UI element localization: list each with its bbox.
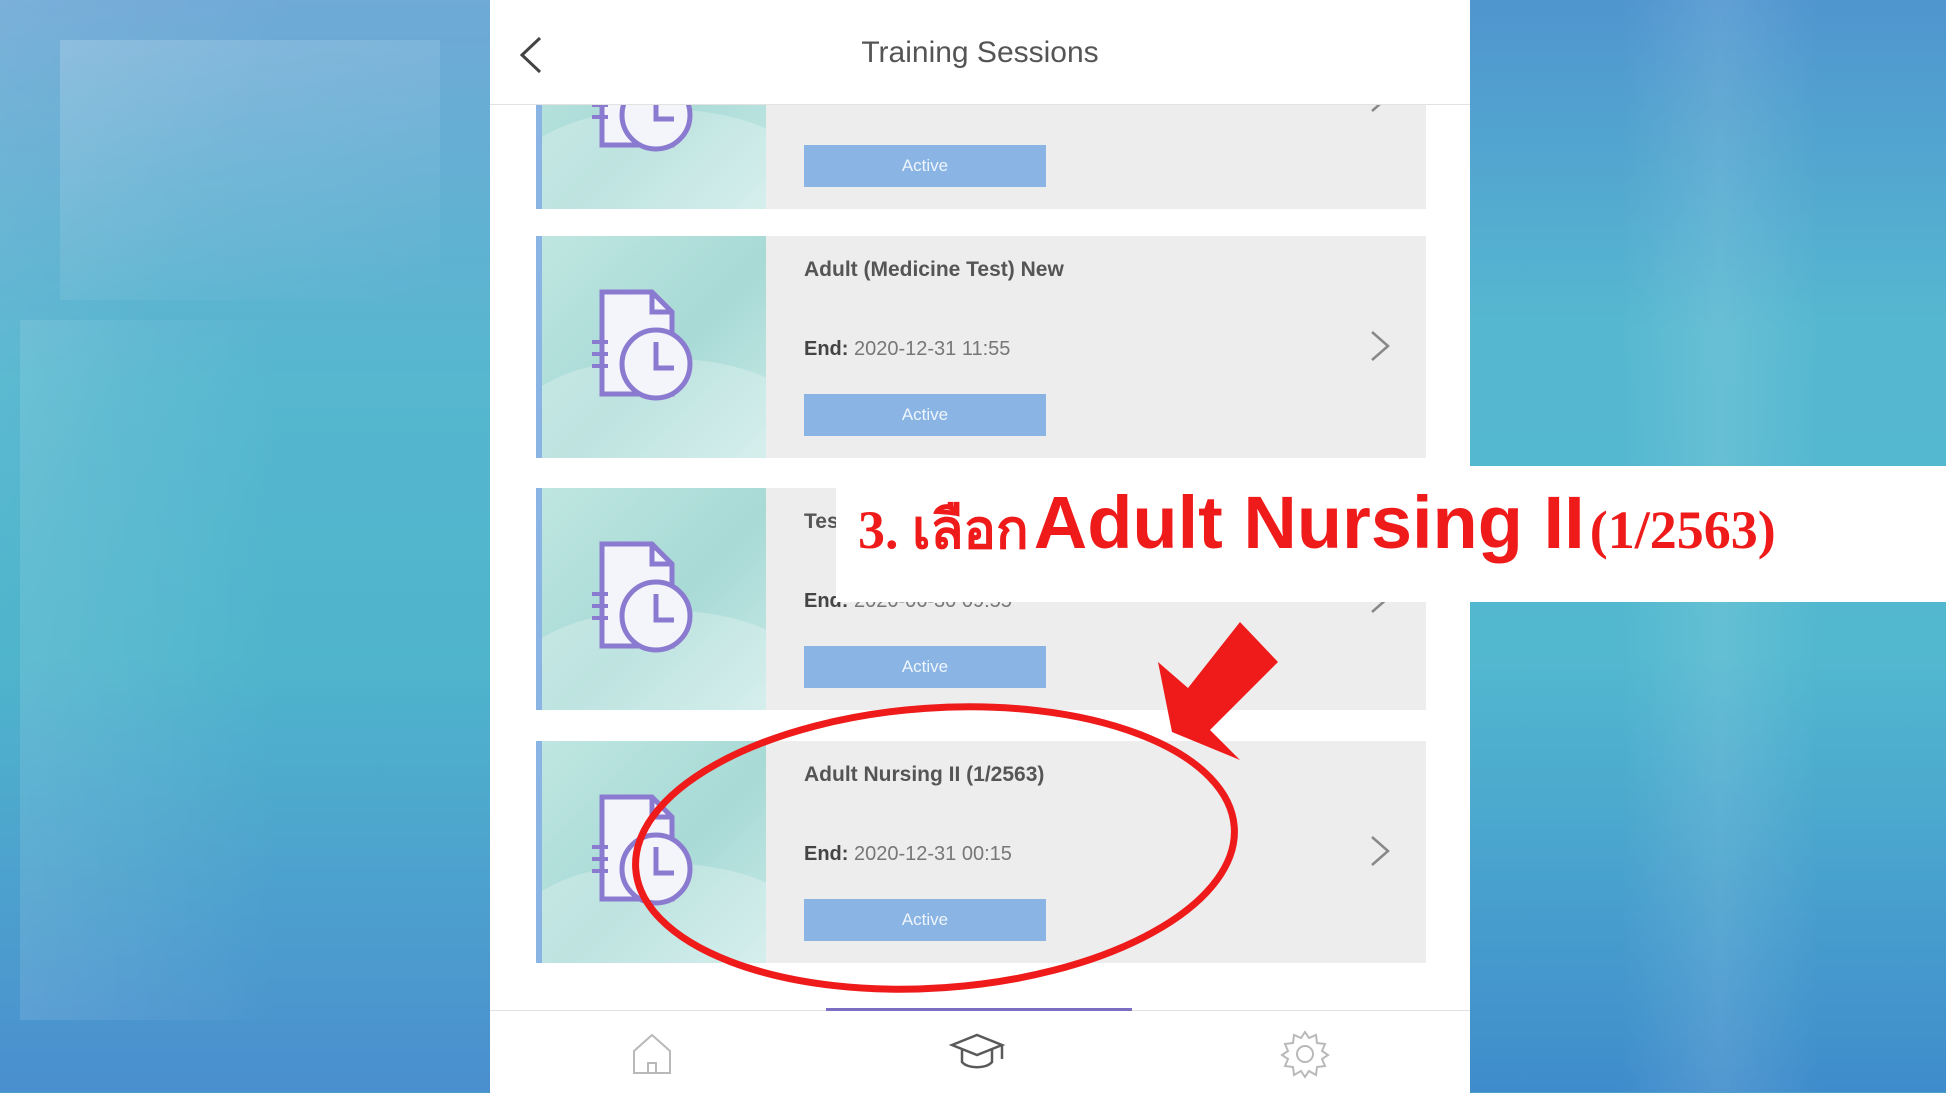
- red-arrow-icon: [1158, 622, 1278, 760]
- annotation-overlay: [632, 622, 1278, 993]
- highlight-circle: [632, 703, 1238, 993]
